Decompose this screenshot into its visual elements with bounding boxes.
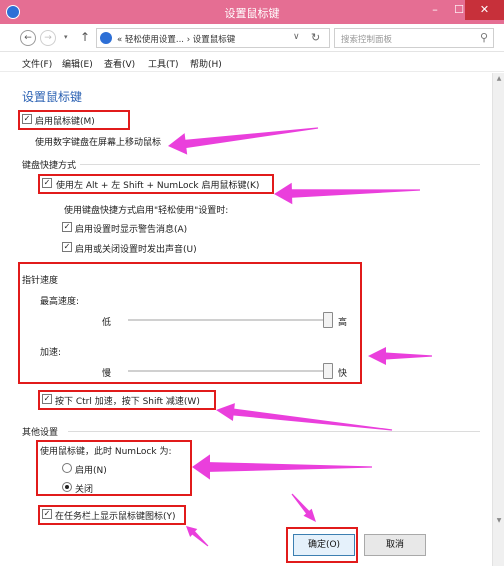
arrow-to-pointer-speed <box>368 347 432 365</box>
arrow-to-numlock-options <box>192 454 372 480</box>
arrow-to-enable-mouse-keys <box>168 127 319 155</box>
annotation-arrows <box>168 127 432 547</box>
arrow-to-ctrl-shift <box>216 403 393 431</box>
arrow-to-shortcut-toggle <box>274 182 420 205</box>
arrow-to-ok-button <box>291 493 316 522</box>
arrow-to-taskbar-icon <box>186 526 209 547</box>
